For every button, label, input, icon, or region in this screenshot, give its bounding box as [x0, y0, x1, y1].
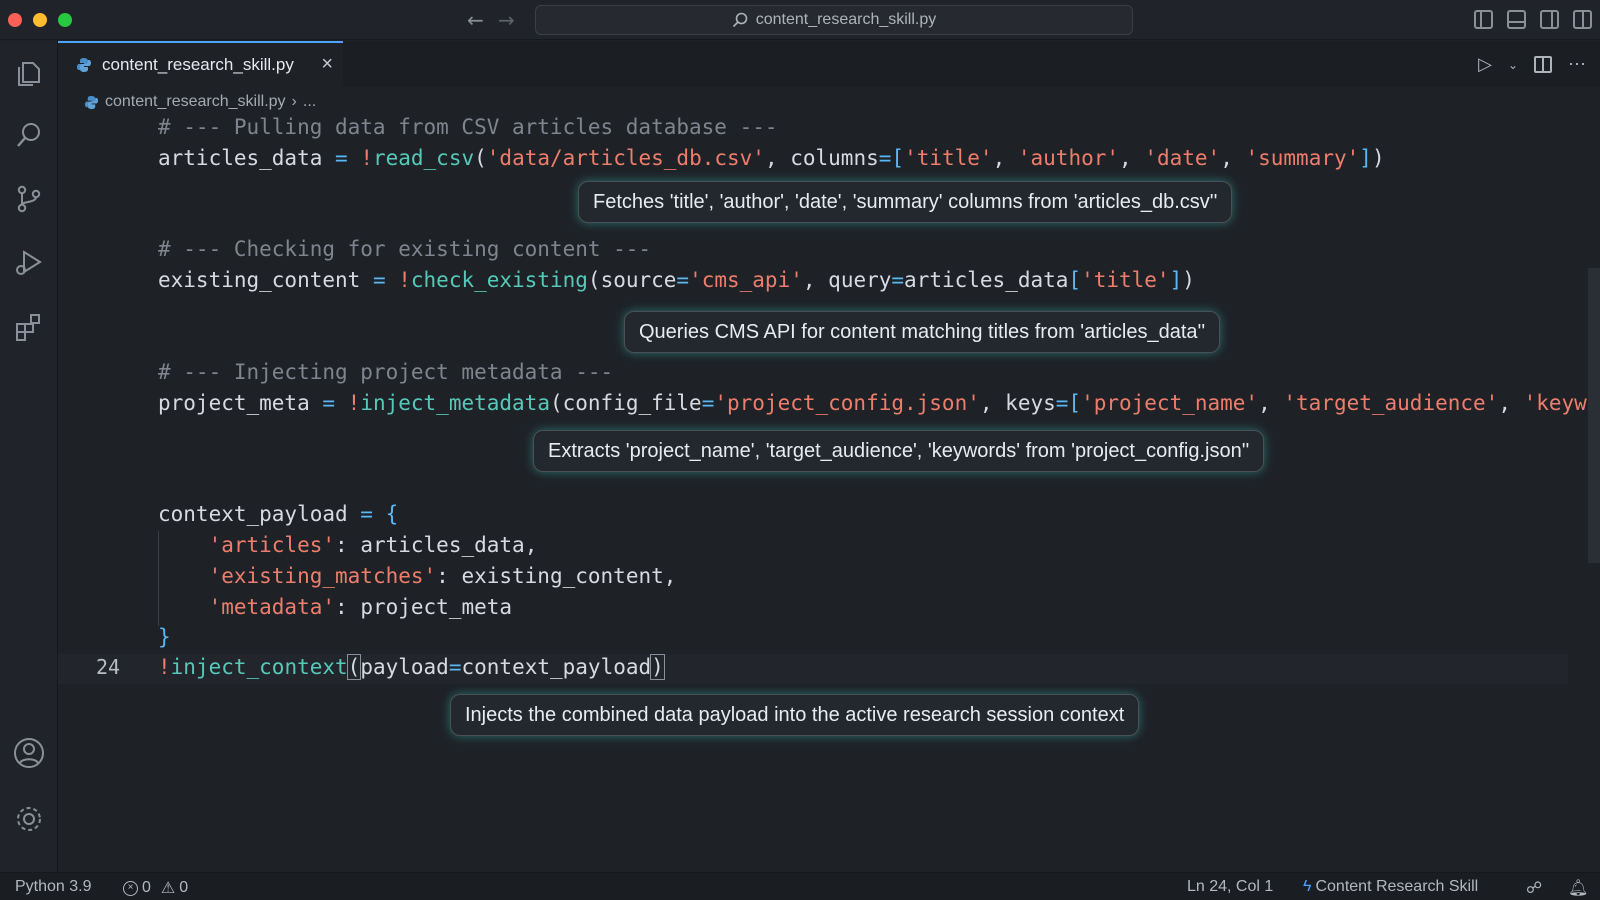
activity-bar: [0, 41, 58, 872]
chevron-right-icon: ›: [291, 93, 297, 110]
code-line: project_meta = !inject_metadata(config_f…: [158, 391, 1600, 415]
code-line-current: !inject_context(payload=context_payload): [158, 654, 665, 680]
tab-label: content_research_skill.py: [102, 55, 294, 74]
run-icon[interactable]: ▷: [1478, 54, 1492, 75]
lightning-icon: ϟ: [1303, 878, 1312, 895]
close-tab-icon[interactable]: ×: [321, 53, 333, 76]
code-comment: # --- Injecting project metadata ---: [158, 360, 614, 384]
minimize-window-button[interactable]: [33, 13, 47, 27]
layout-controls: [1474, 10, 1592, 29]
chevron-down-icon[interactable]: ⌄: [1508, 58, 1518, 72]
code-line: existing_content = !check_existing(sourc…: [158, 268, 1195, 292]
search-box-text: content_research_skill.py: [755, 11, 937, 28]
maximize-window-button[interactable]: [58, 13, 72, 27]
extensions-icon[interactable]: [9, 307, 49, 347]
arrow-right-icon[interactable]: →: [498, 8, 515, 32]
status-bar: Python 3.9 × 0 ⚠ 0 Ln 24, Col 1 ϟ Conten…: [0, 872, 1600, 900]
command-search-box[interactable]: content_research_skill.py: [535, 5, 1133, 35]
editor-tab-bar: content_research_skill.py × ▷ ⌄ ⋯: [58, 41, 1600, 87]
inline-annotation: Fetches 'title', 'author', 'date', 'summ…: [578, 181, 1233, 223]
gear-icon[interactable]: [9, 799, 49, 839]
code-editor[interactable]: # --- Pulling data from CSV articles dat…: [58, 115, 1600, 872]
inline-annotation: Extracts 'project_name', 'target_audienc…: [533, 430, 1265, 472]
accounts-icon[interactable]: [9, 733, 49, 773]
feedback-icon[interactable]: ☍: [1526, 878, 1542, 898]
code-comment: # --- Pulling data from CSV articles dat…: [158, 115, 778, 139]
run-and-debug-icon[interactable]: [9, 243, 49, 283]
warning-count: 0: [179, 879, 189, 896]
code-line: articles_data = !read_csv('data/articles…: [158, 146, 1385, 170]
code-line: context_payload = {: [158, 502, 399, 526]
python-file-icon: [84, 95, 99, 109]
editor-actions: ▷ ⌄ ⋯: [1478, 54, 1586, 75]
breadcrumb-symbols[interactable]: ...: [303, 93, 316, 111]
toggle-secondary-sidebar-icon[interactable]: [1540, 10, 1559, 29]
breadcrumb: content_research_skill.py › ...: [84, 93, 316, 111]
tab-content-research-skill[interactable]: content_research_skill.py ×: [58, 41, 343, 87]
code-line: 'metadata': project_meta: [208, 595, 513, 619]
explorer-icon[interactable]: [9, 53, 49, 93]
code-line: 'existing_matches': existing_content,: [208, 564, 677, 588]
toggle-panel-icon[interactable]: [1507, 10, 1526, 29]
code-line: 'articles': articles_data,: [208, 533, 538, 557]
toggle-primary-sidebar-icon[interactable]: [1474, 10, 1493, 29]
search-icon[interactable]: [9, 115, 49, 155]
close-window-button[interactable]: [8, 13, 22, 27]
customize-layout-icon[interactable]: [1573, 10, 1592, 29]
error-icon: ×: [123, 880, 138, 896]
skill-indicator[interactable]: ϟ Content Research Skill: [1303, 878, 1478, 896]
warning-icon: ⚠: [160, 880, 176, 897]
split-editor-icon[interactable]: [1534, 56, 1552, 73]
inline-annotation: Injects the combined data payload into t…: [450, 694, 1140, 736]
source-control-icon[interactable]: [9, 179, 49, 219]
editor-scrollbar[interactable]: [1588, 268, 1600, 563]
breadcrumb-file[interactable]: content_research_skill.py: [105, 93, 286, 111]
error-count: 0: [142, 879, 151, 896]
arrow-left-icon[interactable]: ←: [467, 8, 484, 32]
search-icon: [732, 12, 748, 28]
language-mode[interactable]: Python 3.9: [15, 878, 92, 896]
code-comment: # --- Checking for existing content ---: [158, 237, 652, 261]
title-bar: ← → content_research_skill.py: [0, 0, 1600, 40]
bell-icon[interactable]: 🔔︎: [1568, 878, 1588, 898]
cursor-position[interactable]: Ln 24, Col 1: [1187, 878, 1273, 896]
python-file-icon: [77, 58, 91, 72]
code-line: }: [158, 625, 171, 649]
inline-annotation: Queries CMS API for content matching tit…: [624, 311, 1221, 353]
problems-indicator[interactable]: × 0 ⚠ 0: [123, 878, 188, 898]
more-actions-icon[interactable]: ⋯: [1568, 54, 1586, 75]
